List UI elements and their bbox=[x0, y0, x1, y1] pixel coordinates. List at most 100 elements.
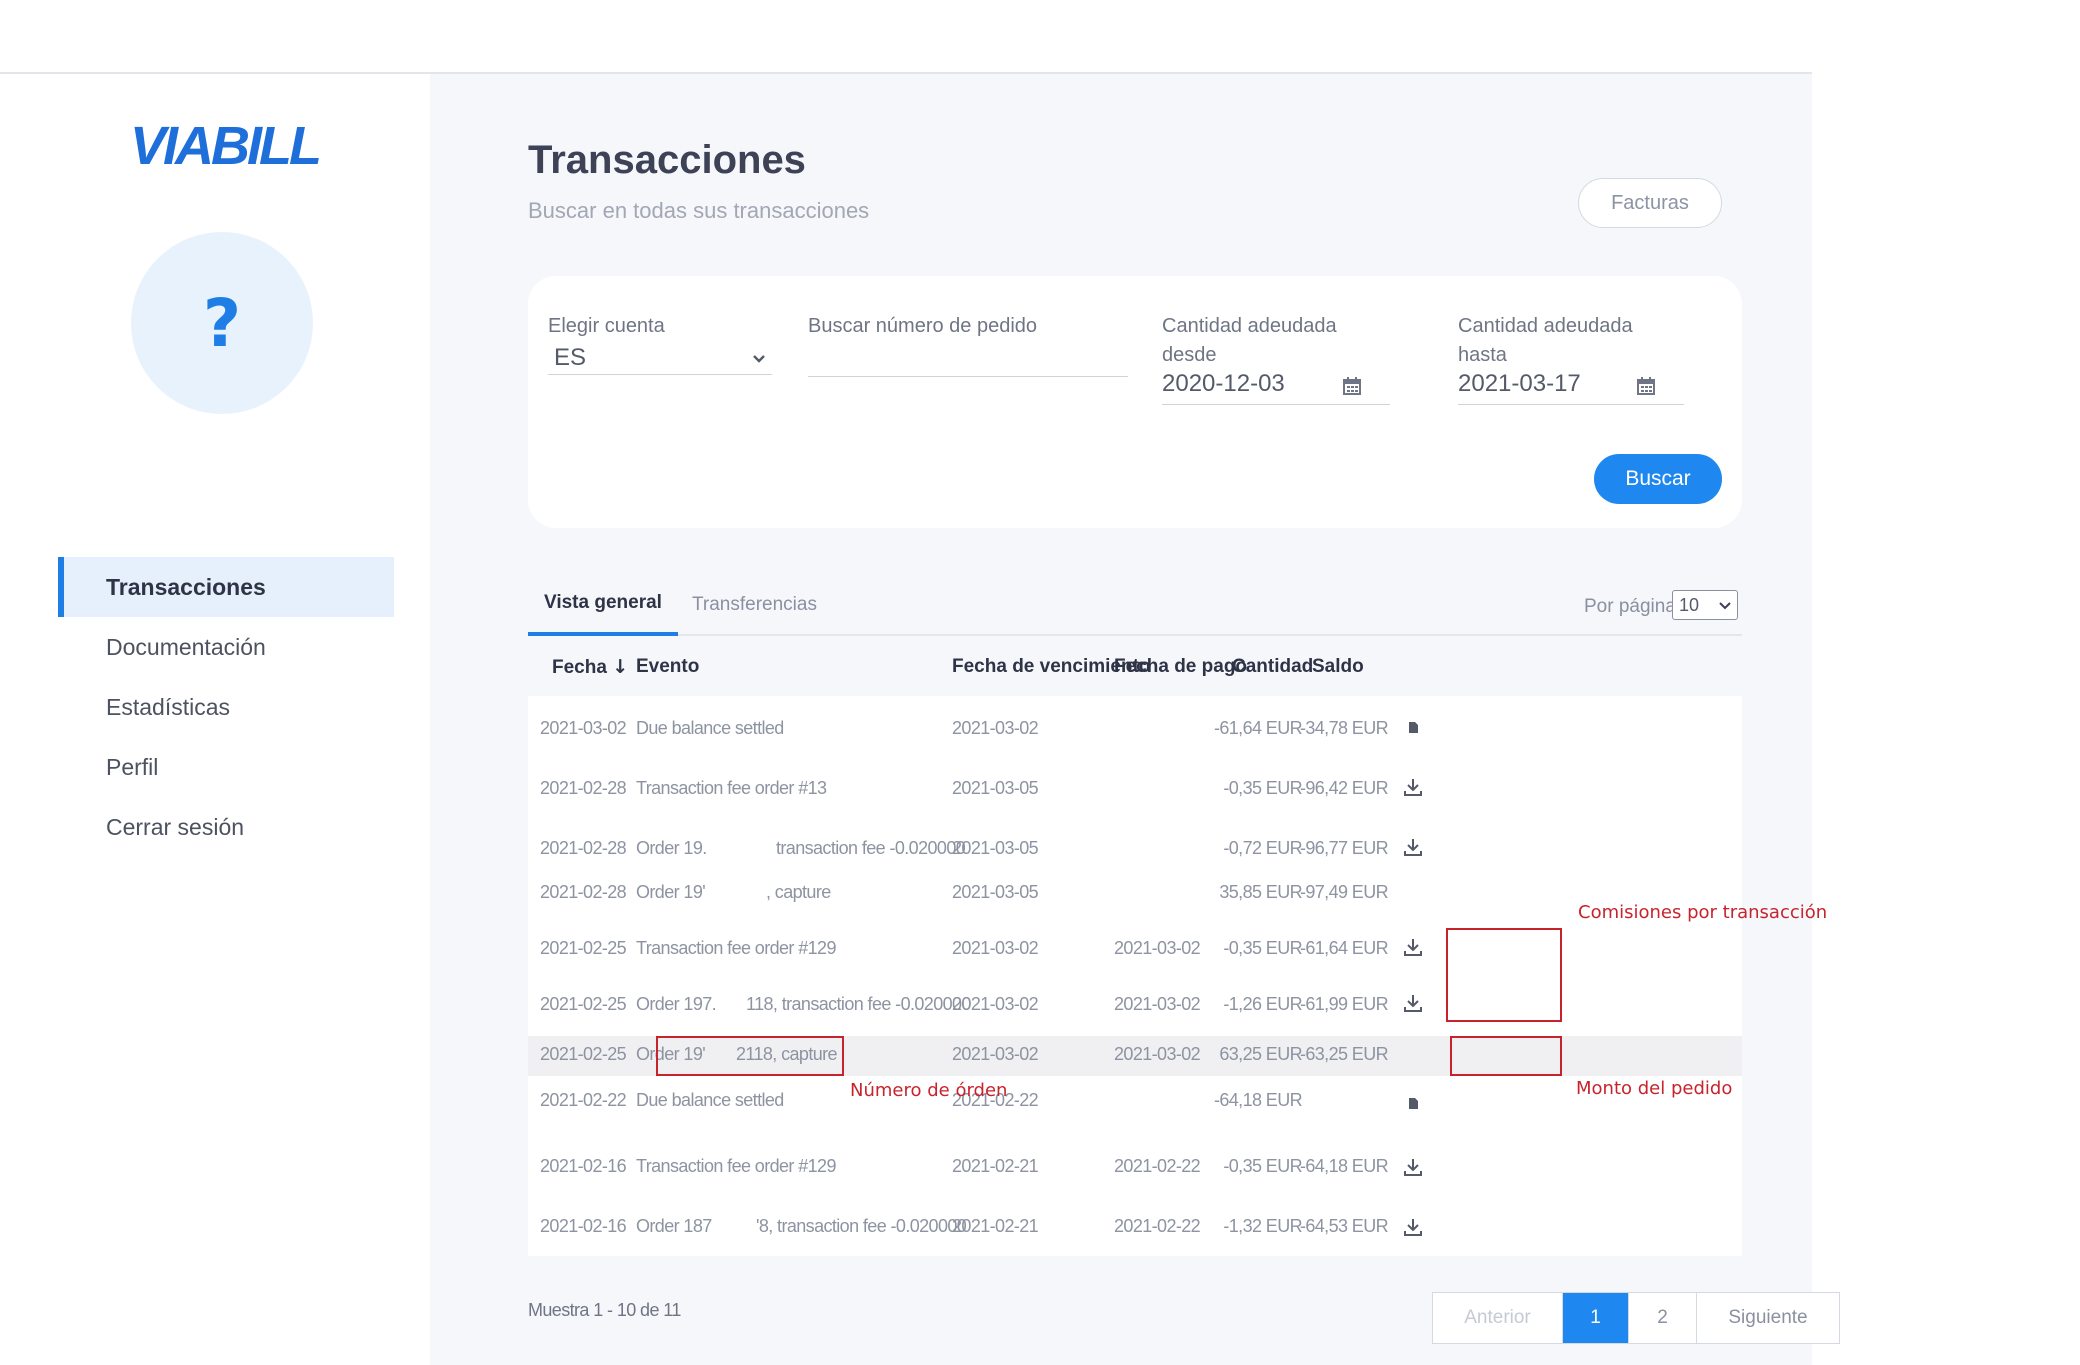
date-to-underline bbox=[1458, 404, 1684, 405]
cell-date: 2021-02-25 bbox=[540, 1044, 627, 1064]
search-button[interactable]: Buscar bbox=[1594, 454, 1722, 504]
column-header-date[interactable]: Fecha ↓ bbox=[552, 656, 628, 679]
cell-pay-date: 2021-02-22 bbox=[1114, 1216, 1201, 1236]
download-icon[interactable] bbox=[1402, 836, 1424, 858]
sidebar: VIABILL ? Transacciones Documentación Es… bbox=[10, 74, 430, 1365]
date-to-label-line2: hasta bbox=[1458, 344, 1507, 366]
cell-amount: -1,26 EUR bbox=[1223, 994, 1302, 1014]
column-header-balance: Saldo bbox=[1312, 656, 1364, 677]
cell-date: 2021-02-16 bbox=[540, 1156, 627, 1176]
date-to-value: 2021-03-17 bbox=[1458, 370, 1581, 397]
cell-date: 2021-02-28 bbox=[540, 882, 627, 902]
table-row[interactable]: 2021-03-02 Due balance settled 2021-03-0… bbox=[528, 696, 1742, 756]
cell-amount: -1,32 EUR bbox=[1223, 1216, 1302, 1236]
cell-event: Transaction fee order #129 bbox=[636, 1156, 836, 1176]
cell-amount: 35,85 EUR bbox=[1219, 882, 1302, 902]
page-subtitle: Buscar en todas sus transacciones bbox=[528, 198, 870, 223]
download-icon[interactable] bbox=[1402, 776, 1424, 798]
pagination-page-1[interactable]: 1 bbox=[1563, 1293, 1629, 1343]
per-page-label: Por página bbox=[1584, 596, 1676, 617]
date-from-value: 2020-12-03 bbox=[1162, 370, 1285, 397]
main-content: Transacciones Buscar en todas sus transa… bbox=[430, 74, 1840, 1365]
table-row[interactable]: 2021-02-16 Order 187 '8, transaction fee… bbox=[528, 1196, 1742, 1256]
date-to-input[interactable]: 2021-03-17 bbox=[1458, 368, 1684, 405]
account-select[interactable]: ES bbox=[548, 340, 772, 375]
sidebar-item-label: Cerrar sesión bbox=[106, 813, 245, 840]
filter-card: Elegir cuenta ES Buscar número de pedido… bbox=[528, 276, 1742, 528]
pagination-page-2[interactable]: 2 bbox=[1629, 1293, 1697, 1343]
account-underline bbox=[548, 374, 772, 375]
sidebar-item-label: Perfil bbox=[106, 753, 159, 780]
avatar[interactable]: ? bbox=[131, 232, 313, 414]
date-from-label-line1: Cantidad adeudada bbox=[1162, 315, 1337, 337]
cell-due-date: 2021-02-21 bbox=[952, 1216, 1039, 1236]
pagination-previous[interactable]: Anterior bbox=[1433, 1293, 1563, 1343]
date-to-label-line1: Cantidad adeudada bbox=[1458, 315, 1633, 337]
cell-balance: -61,64 EUR bbox=[1299, 938, 1389, 958]
table-row[interactable]: 2021-02-28 Transaction fee order #13 202… bbox=[528, 756, 1742, 816]
cell-amount: -0,35 EUR bbox=[1223, 1156, 1302, 1176]
amount-highlight-box bbox=[1450, 1036, 1562, 1076]
account-select-value: ES bbox=[554, 344, 587, 371]
sort-arrow-down-icon: ↓ bbox=[612, 656, 629, 678]
cell-balance: -64,53 EUR bbox=[1299, 1216, 1389, 1236]
invoices-button[interactable]: Facturas bbox=[1578, 178, 1722, 228]
date-from-label-line2: desde bbox=[1162, 344, 1217, 366]
tab-transfers[interactable]: Transferencias bbox=[692, 574, 817, 636]
cell-amount: -0,35 EUR bbox=[1223, 778, 1302, 798]
sidebar-item-label: Estadísticas bbox=[106, 693, 230, 720]
download-icon[interactable] bbox=[1402, 1156, 1424, 1178]
document-icon[interactable] bbox=[1402, 716, 1424, 738]
cell-balance: -34,78 EUR bbox=[1299, 718, 1389, 738]
sidebar-item-statistics[interactable]: Estadísticas bbox=[58, 677, 394, 737]
cell-event-suffix: , capture bbox=[766, 882, 831, 902]
sidebar-item-label: Documentación bbox=[106, 633, 266, 660]
cell-due-date: 2021-03-02 bbox=[952, 718, 1039, 738]
column-header-date-label: Fecha bbox=[552, 657, 607, 678]
cell-date: 2021-02-22 bbox=[540, 1090, 627, 1110]
cell-amount: -0,35 EUR bbox=[1223, 938, 1302, 958]
order-search-underline bbox=[808, 376, 1128, 377]
annotation-order-number: Número de órden bbox=[850, 1080, 1008, 1101]
per-page-value: 10 bbox=[1679, 594, 1700, 615]
download-icon[interactable] bbox=[1402, 936, 1424, 958]
cell-due-date: 2021-03-05 bbox=[952, 882, 1039, 902]
download-icon[interactable] bbox=[1402, 1216, 1424, 1238]
sidebar-item-documentation[interactable]: Documentación bbox=[58, 617, 394, 677]
download-icon[interactable] bbox=[1402, 992, 1424, 1014]
table-row[interactable]: 2021-02-22 Due balance settled 2021-02-2… bbox=[528, 1076, 1742, 1136]
app-window: VIABILL ? Transacciones Documentación Es… bbox=[0, 74, 1840, 1365]
cell-event: Order 187 bbox=[636, 1216, 712, 1236]
cell-due-date: 2021-03-05 bbox=[952, 778, 1039, 798]
table-row[interactable]: 2021-02-16 Transaction fee order #129 20… bbox=[528, 1136, 1742, 1196]
cell-event: Order 197. bbox=[636, 994, 717, 1014]
pagination-next[interactable]: Siguiente bbox=[1697, 1293, 1839, 1343]
order-search-input[interactable] bbox=[808, 340, 1128, 377]
annotation-fees: Comisiones por transacción bbox=[1578, 902, 1828, 923]
annotation-order-amount: Monto del pedido bbox=[1576, 1078, 1733, 1099]
per-page-select[interactable]: 10 bbox=[1672, 590, 1738, 620]
table-row[interactable]: 2021-02-28 Order 19' , capture 2021-03-0… bbox=[528, 876, 1742, 916]
results-count: Muestra 1 - 10 de 11 bbox=[528, 1300, 681, 1320]
page-title: Transacciones bbox=[528, 138, 806, 182]
cell-date: 2021-02-25 bbox=[540, 938, 627, 958]
cell-due-date: 2021-03-02 bbox=[952, 938, 1039, 958]
calendar-icon bbox=[1637, 377, 1655, 395]
cell-due-date: 2021-03-02 bbox=[952, 1044, 1039, 1064]
sidebar-item-profile[interactable]: Perfil bbox=[58, 737, 394, 797]
column-header-amount: Cantidad bbox=[1232, 656, 1314, 677]
cell-date: 2021-02-28 bbox=[540, 838, 627, 858]
cell-due-date: 2021-03-02 bbox=[952, 994, 1039, 1014]
calendar-icon bbox=[1343, 377, 1361, 395]
sidebar-item-transactions[interactable]: Transacciones bbox=[58, 557, 394, 617]
table-row[interactable]: 2021-02-28 Order 19. transaction fee -0.… bbox=[528, 816, 1742, 876]
chevron-down-icon bbox=[753, 355, 765, 363]
cell-event: Transaction fee order #129 bbox=[636, 938, 836, 958]
cell-pay-date: 2021-03-02 bbox=[1114, 938, 1201, 958]
sidebar-item-logout[interactable]: Cerrar sesión bbox=[58, 797, 394, 857]
date-from-input[interactable]: 2020-12-03 bbox=[1162, 368, 1390, 405]
cell-due-date: 2021-02-21 bbox=[952, 1156, 1039, 1176]
cell-event-suffix: transaction fee -0.020000 bbox=[776, 838, 966, 858]
document-icon[interactable] bbox=[1402, 1092, 1424, 1114]
tab-overview[interactable]: Vista general bbox=[528, 574, 678, 636]
